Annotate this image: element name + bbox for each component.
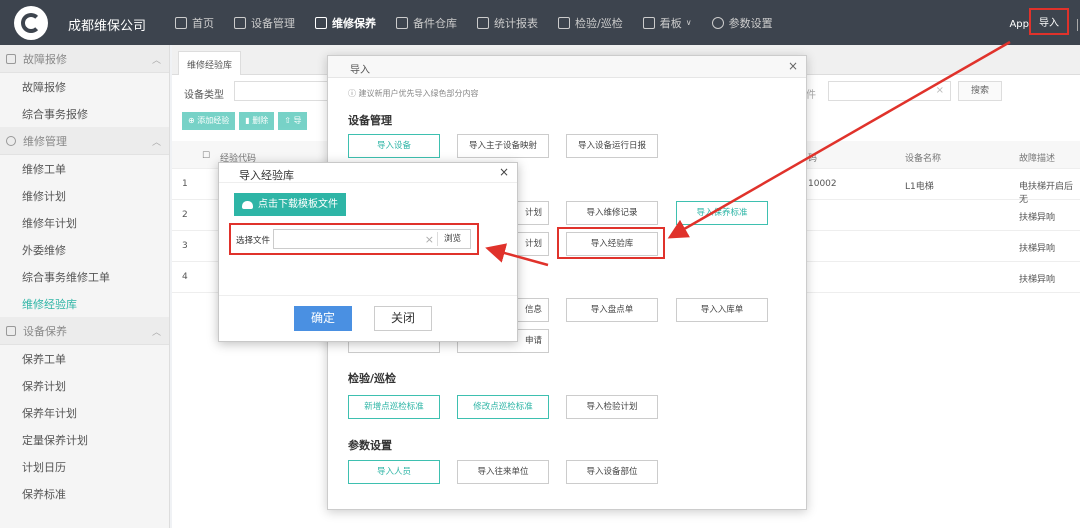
delete-button[interactable]: ▮ 删除 (239, 112, 275, 130)
fault-icon (6, 53, 16, 64)
import-inbound-button[interactable]: 导入入库单 (676, 298, 768, 322)
sidebar-group-repair[interactable]: 维修管理 ︿ (0, 127, 169, 155)
sidebar-item-fault-report[interactable]: 故障报修 (0, 73, 169, 100)
sidebar-item-maintain-plan[interactable]: 保养计划 (0, 372, 169, 399)
company-logo (14, 6, 48, 40)
filter-label: 设备类型 (184, 90, 224, 101)
sidebar-item-outsource[interactable]: 外委维修 (0, 236, 169, 263)
sidebar-item-quant-plan[interactable]: 定量保养计划 (0, 426, 169, 453)
import-dialog-header: 导入 × (328, 56, 806, 78)
import-device-button[interactable]: 导入设备 (348, 134, 440, 158)
import-experience-dialog: 导入经验库 × 点击下载模板文件 选择文件 × 浏览 确定 关闭 (218, 162, 518, 342)
exp-dialog-title: 导入经验库 (239, 169, 294, 182)
sidebar-item-maintain-order[interactable]: 保养工单 (0, 345, 169, 372)
nav-device[interactable]: 设备管理 (234, 0, 295, 45)
filter-input-2[interactable]: × (828, 81, 951, 101)
sidebar-item-maintain-year-plan[interactable]: 保养年计划 (0, 399, 169, 426)
home-icon (175, 16, 187, 29)
import-link[interactable]: 导入 (1029, 8, 1069, 35)
nav-maintenance[interactable]: 维修保养 (315, 0, 376, 45)
file-label: 选择文件 (236, 236, 271, 246)
chevron-up-icon: ︿ (151, 328, 161, 338)
close-icon[interactable]: × (788, 59, 798, 73)
nav-report[interactable]: 统计报表 (477, 0, 538, 45)
tab-experience[interactable]: 维修经验库 (178, 51, 242, 75)
top-header: 成都维保公司 首页 设备管理 维修保养 备件仓库 统计报表 检验/巡检 看板 ∨ … (0, 0, 1080, 45)
sidebar-item-repair-plan[interactable]: 维修计划 (0, 182, 169, 209)
app-link[interactable]: App (1009, 19, 1029, 30)
inspect-icon (558, 16, 570, 29)
device-type-input[interactable] (234, 81, 334, 101)
export-button[interactable]: ⇧ 导 (278, 112, 308, 130)
download-template-button[interactable]: 点击下载模板文件 (234, 193, 346, 216)
checkbox-all[interactable]: ☐ (202, 151, 210, 161)
nav-settings[interactable]: 参数设置 (711, 0, 773, 45)
add-experience-button[interactable]: ⊕ 添加经验 (182, 112, 236, 130)
chart-icon (477, 16, 489, 29)
import-daily-button[interactable]: 导入设备运行日报 (566, 134, 658, 158)
sidebar-item-repair-order[interactable]: 维修工单 (0, 155, 169, 182)
sidebar-item-general-order[interactable]: 综合事务维修工单 (0, 263, 169, 290)
import-part-button[interactable]: 导入设备部位 (566, 460, 658, 484)
close-icon[interactable]: × (499, 165, 509, 179)
file-select-row: 选择文件 × 浏览 (229, 223, 479, 255)
company-name: 成都维保公司 (68, 19, 147, 34)
header-right: App 导入 (1009, 8, 1080, 35)
import-dialog-title: 导入 (350, 65, 370, 76)
import-partner-button[interactable]: 导入往来单位 (457, 460, 549, 484)
sidebar-item-general-report[interactable]: 综合事务报修 (0, 100, 169, 127)
import-maintain-std-button[interactable]: 导入保养标准 (676, 201, 768, 225)
edit-inspect-std-button[interactable]: 修改点巡检标准 (457, 395, 549, 419)
import-staff-button[interactable]: 导入人员 (348, 460, 440, 484)
section-inspect: 检验/巡检 (348, 372, 397, 385)
warehouse-icon (396, 16, 408, 29)
sidebar-item-repair-year-plan[interactable]: 维修年计划 (0, 209, 169, 236)
plus-icon: ⊕ (188, 116, 198, 125)
nav-board[interactable]: 看板 ∨ (642, 0, 692, 45)
import-stocktake-button[interactable]: 导入盘点单 (566, 298, 658, 322)
file-input[interactable]: × 浏览 (273, 229, 471, 249)
exp-dialog-footer: 确定 关闭 (219, 295, 517, 341)
confirm-button[interactable]: 确定 (294, 306, 352, 331)
import-main-sub-button[interactable]: 导入主子设备映射 (457, 134, 549, 158)
gears-icon (315, 16, 327, 29)
import-tip: ⓘ 建议新用户优先导入绿色部分内容 (348, 89, 479, 98)
chevron-up-icon: ︿ (151, 56, 161, 66)
chevron-up-icon: ︿ (151, 138, 161, 148)
exp-dialog-header: 导入经验库 × (219, 163, 517, 183)
browse-button[interactable]: 浏览 (437, 232, 467, 246)
sidebar: 故障报修 ︿ 故障报修 综合事务报修 维修管理 ︿ 维修工单 维修计划 维修年计划 … (0, 45, 170, 528)
import-inspect-plan-button[interactable]: 导入检验计划 (566, 395, 658, 419)
close-button[interactable]: 关闭 (374, 306, 432, 331)
filter-label-2: 件 (806, 90, 816, 101)
nav-home[interactable]: 首页 (175, 0, 214, 45)
nav-inspect[interactable]: 检验/巡检 (558, 0, 623, 45)
gears-icon (6, 135, 16, 146)
section-params: 参数设置 (348, 439, 392, 452)
maintain-icon (6, 325, 16, 336)
main-nav: 首页 设备管理 维修保养 备件仓库 统计报表 检验/巡检 看板 ∨ 参数设置 (175, 0, 793, 45)
highlight-box (557, 227, 665, 259)
import-repair-record-button[interactable]: 导入维修记录 (566, 201, 658, 225)
chevron-down-icon: ∨ (685, 18, 692, 27)
cloud-download-icon (242, 200, 253, 209)
clear-icon[interactable]: × (425, 233, 434, 246)
board-icon (642, 16, 655, 29)
add-inspect-std-button[interactable]: 新增点巡检标准 (348, 395, 440, 419)
nav-warehouse[interactable]: 备件仓库 (396, 0, 457, 45)
sidebar-item-calendar[interactable]: 计划日历 (0, 453, 169, 480)
section-device: 设备管理 (348, 114, 392, 127)
sidebar-item-experience[interactable]: 维修经验库 (0, 290, 169, 317)
sidebar-group-fault[interactable]: 故障报修 ︿ (0, 45, 169, 73)
toolbar: ⊕ 添加经验 ▮ 删除 ⇧ 导 (182, 112, 311, 130)
sidebar-group-maintain[interactable]: 设备保养 ︿ (0, 317, 169, 345)
tools-icon (234, 16, 246, 29)
info-icon: ⓘ (348, 89, 359, 98)
search-button[interactable]: 搜索 (958, 81, 1002, 101)
settings-icon (711, 16, 724, 29)
sidebar-item-maintain-std[interactable]: 保养标准 (0, 480, 169, 507)
clear-icon[interactable]: × (936, 85, 944, 96)
divider (1077, 18, 1078, 31)
